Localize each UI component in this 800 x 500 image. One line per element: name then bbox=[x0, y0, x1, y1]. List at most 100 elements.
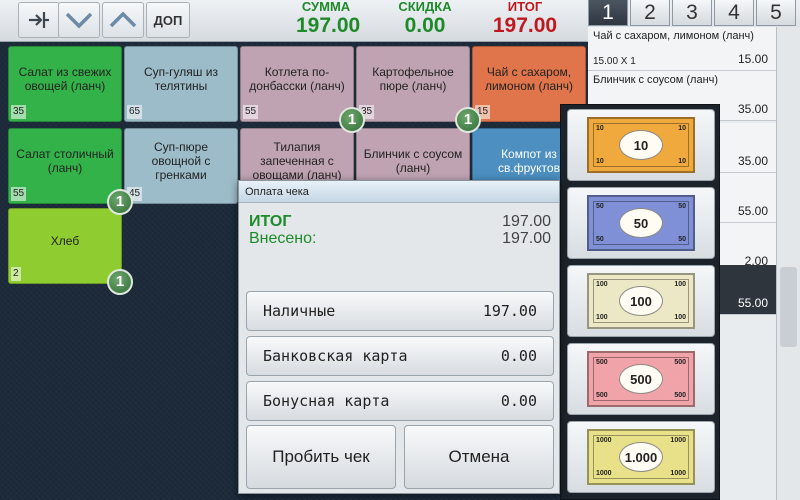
bonus-card-value: 0.00 bbox=[500, 392, 537, 410]
banknote-500-button[interactable]: 500 500 500 500 500 bbox=[567, 343, 715, 415]
menu-item-name: Тилапия запеченная с овощами (ланч) bbox=[252, 140, 342, 182]
menu-item-tile[interactable]: Картофельное пюре (ланч) 35 1 bbox=[356, 46, 481, 133]
banknote-icon: 50 50 50 50 50 bbox=[587, 195, 695, 251]
menu-item-qty: 65 bbox=[127, 105, 143, 119]
menu-item-name: Суп-гуляш из телятины bbox=[144, 65, 218, 93]
banknote-50-button[interactable]: 50 50 50 50 50 bbox=[567, 187, 715, 259]
cancel-button[interactable]: Отмена bbox=[404, 425, 554, 489]
extra-button[interactable]: ДОП bbox=[146, 2, 190, 38]
discount-label: СКИДКА bbox=[398, 0, 452, 14]
receipt-item-price: 55.00 bbox=[737, 296, 768, 310]
sum-block: СУММА 197.00 bbox=[296, 0, 361, 38]
receipt-item-price: 35.00 bbox=[737, 102, 768, 116]
dialog-paid-label: Внесено: bbox=[249, 230, 317, 247]
banknote-100-button[interactable]: 100 100 100 100 100 bbox=[567, 265, 715, 337]
menu-item-name: Котлета по-донбасски (ланч) bbox=[249, 65, 345, 93]
order-count-badge: 1 bbox=[339, 107, 365, 133]
dialog-title: Оплата чека bbox=[239, 181, 559, 203]
banknote-value: 10 bbox=[619, 130, 663, 160]
split-order-button[interactable] bbox=[18, 2, 60, 38]
menu-item-name: Блинчик с соусом (ланч) bbox=[363, 147, 463, 175]
menu-item-tile[interactable]: Суп-гуляш из телятины 65 bbox=[124, 46, 238, 122]
banknote-value: 100 bbox=[619, 286, 663, 316]
tab-4[interactable]: 4 bbox=[714, 0, 754, 26]
banknote-corner-value: 1000 bbox=[670, 437, 686, 444]
scroll-down-button[interactable] bbox=[58, 2, 100, 38]
chevron-down-icon bbox=[64, 10, 94, 30]
total-label: ИТОГ bbox=[507, 0, 543, 14]
menu-item-qty: 55 bbox=[243, 105, 259, 119]
receipt-item-price: 35.00 bbox=[737, 154, 768, 168]
menu-item-name: Салат из свежих овощей (ланч) bbox=[18, 65, 112, 93]
total-value: 197.00 bbox=[492, 14, 558, 37]
menu-item-name: Суп-пюре овощной с гренками bbox=[151, 140, 211, 182]
total-block: ИТОГ 197.00 bbox=[490, 0, 560, 38]
order-count-badge: 1 bbox=[107, 269, 133, 295]
banknote-corner-value: 1000 bbox=[596, 437, 612, 444]
banknote-corner-value: 50 bbox=[678, 203, 686, 210]
banknote-corner-value: 1000 bbox=[596, 470, 612, 477]
banknote-corner-value: 100 bbox=[674, 281, 686, 288]
discount-block: СКИДКА 0.00 bbox=[392, 0, 458, 38]
banknote-10-button[interactable]: 10 10 10 10 10 bbox=[567, 109, 715, 181]
menu-item-tile[interactable]: Суп-пюре овощной с гренками 45 bbox=[124, 128, 238, 204]
banknote-panel: 10 10 10 10 10 50 50 50 50 50 100 100 100 100 100 500 50… bbox=[560, 104, 720, 500]
tab-1[interactable]: 1 bbox=[588, 0, 628, 26]
print-receipt-button[interactable]: Пробить чек bbox=[246, 425, 396, 489]
dialog-total-row: ИТОГ 197.00 bbox=[249, 213, 551, 231]
menu-item-qty: 55 bbox=[11, 187, 27, 201]
banknote-corner-value: 100 bbox=[674, 314, 686, 321]
dialog-total-value: 197.00 bbox=[502, 213, 551, 230]
banknote-corner-value: 100 bbox=[596, 281, 608, 288]
scroll-up-button[interactable] bbox=[102, 2, 144, 38]
sum-value: 197.00 bbox=[296, 14, 361, 37]
banknote-corner-value: 500 bbox=[674, 392, 686, 399]
dialog-body: ИТОГ 197.00 Внесено: 197.00 Наличные 197… bbox=[239, 203, 559, 493]
split-arrow-icon bbox=[27, 9, 51, 31]
tab-2[interactable]: 2 bbox=[630, 0, 670, 26]
menu-item-qty: 2 bbox=[11, 267, 21, 281]
menu-item-name: Хлеб bbox=[50, 234, 80, 248]
menu-item-name: Чай с сахаром, лимоном (ланч) bbox=[484, 65, 574, 93]
banknote-corner-value: 50 bbox=[678, 236, 686, 243]
menu-item-tile[interactable]: Салат столичный (ланч) 55 1 bbox=[8, 128, 133, 215]
receipt-item-price: 15.00 bbox=[737, 52, 768, 66]
menu-item-tile[interactable]: Салат из свежих овощей (ланч) 35 bbox=[8, 46, 122, 122]
menu-item-qty: 35 bbox=[11, 105, 27, 119]
banknote-corner-value: 500 bbox=[596, 392, 608, 399]
bank-card-value: 0.00 bbox=[500, 347, 537, 365]
receipt-item-name: Блинчик с соусом (ланч) bbox=[593, 74, 719, 86]
menu-item-tile[interactable]: Котлета по-донбасски (ланч) 55 1 bbox=[240, 46, 365, 133]
menu-item-tile[interactable]: Хлеб 2 1 bbox=[8, 208, 133, 295]
order-count-badge: 1 bbox=[455, 107, 481, 133]
cash-payment-button[interactable]: Наличные 197.00 bbox=[246, 291, 554, 331]
banknote-corner-value: 10 bbox=[596, 125, 604, 132]
receipt-line[interactable]: Чай с сахаром, лимоном (ланч) 15.00 X 1 15… bbox=[588, 27, 776, 71]
banknote-corner-value: 10 bbox=[596, 158, 604, 165]
cash-label: Наличные bbox=[263, 302, 336, 320]
receipt-scrollbar[interactable] bbox=[776, 27, 800, 500]
bonus-card-label: Бонусная карта bbox=[263, 392, 390, 410]
order-count-badge: 1 bbox=[107, 189, 133, 215]
payment-dialog: Оплата чека ИТОГ 197.00 Внесено: 197.00 … bbox=[238, 180, 560, 494]
banknote-value: 500 bbox=[619, 364, 663, 394]
banknote-icon: 100 100 100 100 100 bbox=[587, 273, 695, 329]
banknote-corner-value: 10 bbox=[678, 158, 686, 165]
sum-label: СУММА bbox=[301, 0, 351, 14]
menu-item-name: Картофельное пюре (ланч) bbox=[372, 65, 454, 93]
bank-card-payment-button[interactable]: Банковская карта 0.00 bbox=[246, 336, 554, 376]
scrollbar-thumb[interactable] bbox=[780, 267, 797, 347]
receipt-item-name: Чай с сахаром, лимоном (ланч) bbox=[593, 30, 754, 42]
banknote-corner-value: 50 bbox=[596, 203, 604, 210]
tab-5[interactable]: 5 bbox=[756, 0, 796, 26]
banknote-1000-button[interactable]: 1000 1000 1000 1000 1.000 bbox=[567, 421, 715, 493]
banknote-corner-value: 500 bbox=[674, 359, 686, 366]
dialog-paid-row: Внесено: 197.00 bbox=[249, 230, 551, 248]
bonus-card-payment-button[interactable]: Бонусная карта 0.00 bbox=[246, 381, 554, 421]
banknote-corner-value: 100 bbox=[596, 314, 608, 321]
tab-3[interactable]: 3 bbox=[672, 0, 712, 26]
banknote-icon: 10 10 10 10 10 bbox=[587, 117, 695, 173]
receipt-item-qty: 15.00 X 1 bbox=[593, 56, 636, 67]
banknote-value: 1.000 bbox=[619, 442, 663, 472]
bank-card-label: Банковская карта bbox=[263, 347, 408, 365]
